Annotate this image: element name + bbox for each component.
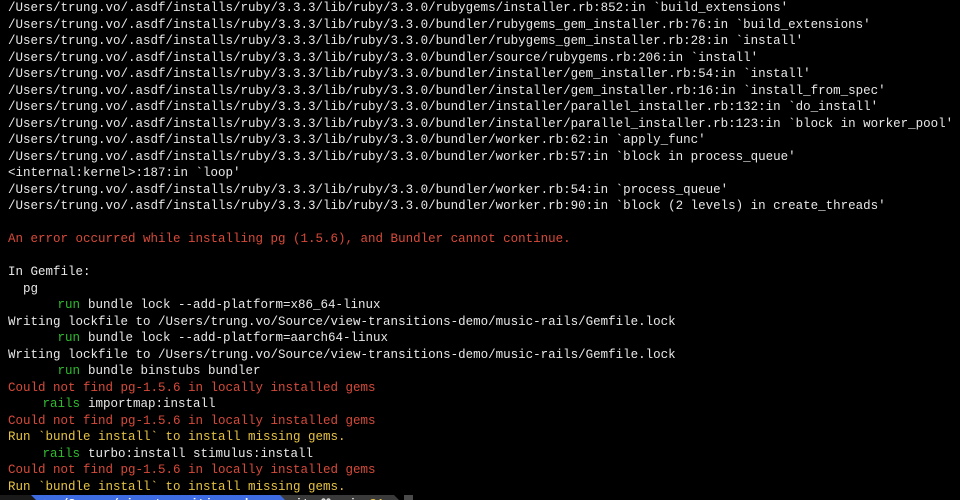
stack-trace-line: <internal:kernel>:187:in `loop': [8, 165, 952, 182]
stack-trace-line: /Users/trung.vo/.asdf/installs/ruby/3.3.…: [8, 132, 952, 149]
lockfile-msg: Writing lockfile to /Users/trung.vo/Sour…: [8, 347, 952, 364]
step-command: turbo:install stimulus:install: [88, 447, 313, 461]
prompt-seg-os: : [0, 495, 31, 500]
prompt-arrow-icon: ➜: [39, 495, 49, 500]
gem-not-found: Could not find pg-1.5.6 in locally insta…: [8, 380, 952, 397]
terminal-output[interactable]: /Users/trung.vo/.asdf/installs/ruby/3.3.…: [0, 0, 960, 495]
bundle-hint: Run `bundle install` to install missing …: [8, 429, 952, 446]
prompt-seg-cwd: ➜ ~/Source/view-transitions-demo: [31, 495, 280, 500]
step-command: bundle lock --add-platform=x86_64-linux: [88, 298, 381, 312]
stack-trace-line: /Users/trung.vo/.asdf/installs/ruby/3.3.…: [8, 198, 952, 215]
cursor: [404, 495, 413, 500]
step-label: rails: [8, 396, 80, 413]
git-branch-name: main: [335, 495, 364, 500]
step-label: run: [8, 297, 80, 314]
step-label: run: [8, 330, 80, 347]
prompt-cwd: ~/Source/view-transitions-demo: [54, 495, 270, 500]
prompt-seg-git: git: main ?1: [280, 495, 394, 500]
stack-trace-line: /Users/trung.vo/.asdf/installs/ruby/3.3.…: [8, 83, 952, 100]
stack-trace-line: /Users/trung.vo/.asdf/installs/ruby/3.3.…: [8, 17, 952, 34]
terminal-line: [8, 248, 952, 265]
terminal-line: run bundle lock --add-platform=aarch64-li…: [8, 330, 952, 347]
apple-icon: : [8, 496, 16, 500]
gem-not-found: Could not find pg-1.5.6 in locally insta…: [8, 413, 952, 430]
step-label: rails: [8, 446, 80, 463]
error-headline: An error occurred while installing pg (1…: [8, 231, 952, 248]
stack-trace-line: /Users/trung.vo/.asdf/installs/ruby/3.3.…: [8, 116, 952, 133]
terminal-line: [8, 215, 952, 232]
git-status: ?1: [370, 495, 384, 500]
stack-trace-line: /Users/trung.vo/.asdf/installs/ruby/3.3.…: [8, 149, 952, 166]
stack-trace-line: /Users/trung.vo/.asdf/installs/ruby/3.3.…: [8, 66, 952, 83]
stack-trace-line: /Users/trung.vo/.asdf/installs/ruby/3.3.…: [8, 99, 952, 116]
bundle-hint: Run `bundle install` to install missing …: [8, 479, 952, 496]
terminal-line: rails importmap:install: [8, 396, 952, 413]
gemfile-dep: pg: [8, 281, 952, 298]
step-command: importmap:install: [88, 397, 216, 411]
gem-not-found: Could not find pg-1.5.6 in locally insta…: [8, 462, 952, 479]
stack-trace-line: /Users/trung.vo/.asdf/installs/ruby/3.3.…: [8, 33, 952, 50]
step-command: bundle lock --add-platform=aarch64-linux: [88, 331, 388, 345]
stack-trace-line: /Users/trung.vo/.asdf/installs/ruby/3.3.…: [8, 182, 952, 199]
stack-trace-line: /Users/trung.vo/.asdf/installs/ruby/3.3.…: [8, 50, 952, 67]
step-label: run: [8, 363, 80, 380]
terminal-line: rails turbo:install stimulus:install: [8, 446, 952, 463]
terminal-line: run bundle binstubs bundler: [8, 363, 952, 380]
lockfile-msg: Writing lockfile to /Users/trung.vo/Sour…: [8, 314, 952, 331]
git-label: git:: [288, 495, 317, 500]
stack-trace-line: /Users/trung.vo/.asdf/installs/ruby/3.3.…: [8, 0, 952, 17]
gemfile-header: In Gemfile:: [8, 264, 952, 281]
step-command: bundle binstubs bundler: [88, 364, 261, 378]
terminal-line: run bundle lock --add-platform=x86_64-lin…: [8, 297, 952, 314]
shell-prompt[interactable]:  ➜ ~/Source/view-transitions-demo git: …: [0, 495, 960, 500]
